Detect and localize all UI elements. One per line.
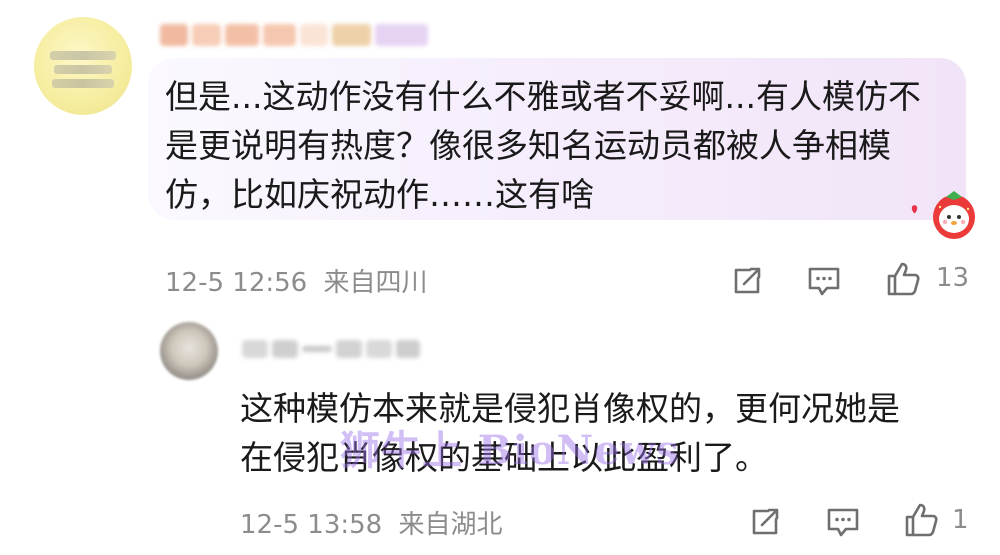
like-icon[interactable] (884, 260, 922, 298)
avatar-blur-mosaic (52, 79, 114, 88)
share-icon[interactable] (746, 503, 784, 541)
username-blurred[interactable] (242, 336, 432, 362)
username-blurred[interactable] (160, 20, 432, 50)
avatar-blur-mosaic (50, 51, 116, 60)
comment-icon[interactable] (824, 503, 862, 541)
comment-location: 来自四川 (323, 268, 428, 298)
avatar-blur-mosaic (54, 65, 112, 74)
like-count: 1 (952, 505, 969, 535)
comment-location: 来自湖北 (398, 510, 503, 540)
comment-meta: 12-5 12:56 来自四川 (165, 262, 427, 299)
user-avatar[interactable] (160, 322, 218, 380)
comment-icon[interactable] (805, 262, 843, 300)
comment-text: 但是...这动作没有什么不雅或者不妥啊...有人模仿不 是更说明有热度？像很多知… (165, 77, 921, 214)
like-icon[interactable] (902, 501, 940, 539)
watermark: 狮牛上 BioNews (340, 427, 680, 474)
share-icon[interactable] (728, 262, 766, 300)
comment-time: 12-5 12:56 (165, 268, 308, 298)
like-count: 13 (936, 263, 970, 293)
strawberry-mascot-icon (911, 191, 975, 239)
user-avatar[interactable] (34, 17, 132, 115)
comment-time: 12-5 13:58 (240, 510, 383, 540)
comment-meta: 12-5 13:58 来自湖北 (240, 504, 502, 541)
